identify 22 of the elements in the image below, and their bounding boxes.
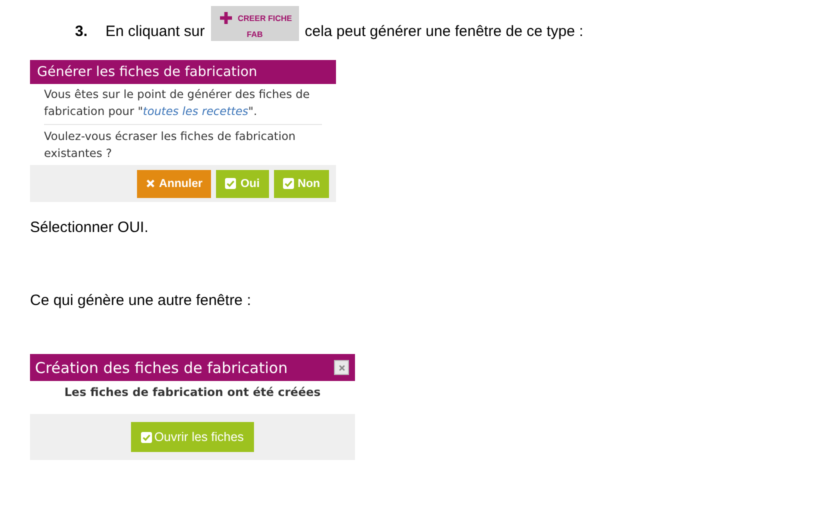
create-sheet-button[interactable]: CREER FICHE FAB — [210, 6, 299, 41]
plus-icon — [220, 12, 232, 24]
dialog-message: Vous êtes sur le point de générer des fiches de fabrication pour "toutes les recettes". — [44, 87, 322, 125]
step-number: 3. — [75, 23, 88, 41]
cancel-button[interactable]: Annuler — [137, 170, 212, 198]
dialog-title: Création des fiches de fabrication — [35, 358, 288, 376]
confirm-button[interactable]: Oui — [216, 170, 269, 198]
checkbox-icon — [141, 432, 152, 442]
dialog-title: Générer les fiches de fabrication — [30, 60, 336, 84]
close-icon — [338, 364, 346, 372]
checkbox-icon — [225, 178, 236, 189]
step-text: En cliquant sur — [106, 23, 205, 41]
dialog-message: Les fiches de fabrication ont été créées — [63, 384, 322, 401]
close-icon — [146, 179, 156, 188]
step-text: cela peut générer une fenêtre de ce type : — [304, 23, 584, 41]
close-button[interactable] — [334, 360, 349, 375]
confirm-button[interactable]: Non — [274, 170, 329, 198]
checkbox-icon — [282, 178, 294, 189]
open-sheets-button[interactable]: Ouvrir les fiches — [131, 422, 254, 452]
instruction-text: Sélectionner OUI. — [30, 219, 150, 236]
dialog-question: Voulez-vous écraser les fiches de fabrication existantes ? — [44, 129, 297, 162]
intro-text: Ce qui génère une autre fenêtre : — [30, 292, 252, 309]
